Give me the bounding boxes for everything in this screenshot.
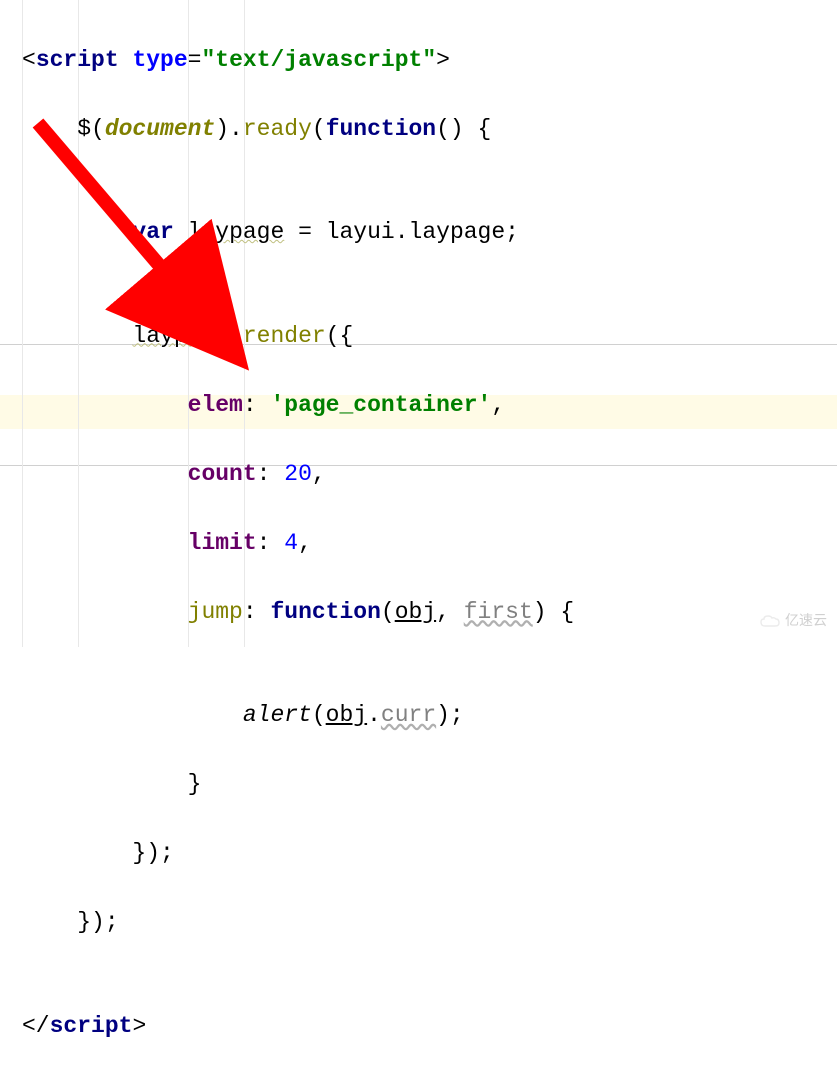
line-9: limit: 4, — [22, 526, 837, 561]
watermark-text: 亿速云 — [785, 610, 827, 631]
line-6: laypage.render({ — [22, 319, 837, 354]
line-2: $(document).ready(function() { — [22, 112, 837, 147]
line-10: jump: function(obj, first) { — [22, 595, 837, 630]
watermark: 亿速云 — [759, 610, 827, 631]
line-7: elem: 'page_container', — [22, 388, 837, 423]
line-13: } — [22, 767, 837, 802]
line-8: count: 20, — [22, 457, 837, 492]
line-4: var laypage = layui.laypage; — [22, 215, 837, 250]
line-15: }); — [22, 905, 837, 940]
line-14: }); — [22, 836, 837, 871]
line-17: </script> — [22, 1009, 837, 1044]
watermark-cloud-icon — [759, 613, 781, 629]
code-block: <script type="text/javascript"> $(docume… — [0, 0, 837, 1086]
line-1: <script type="text/javascript"> — [22, 43, 837, 78]
line-12: alert(obj.curr); — [22, 698, 837, 733]
